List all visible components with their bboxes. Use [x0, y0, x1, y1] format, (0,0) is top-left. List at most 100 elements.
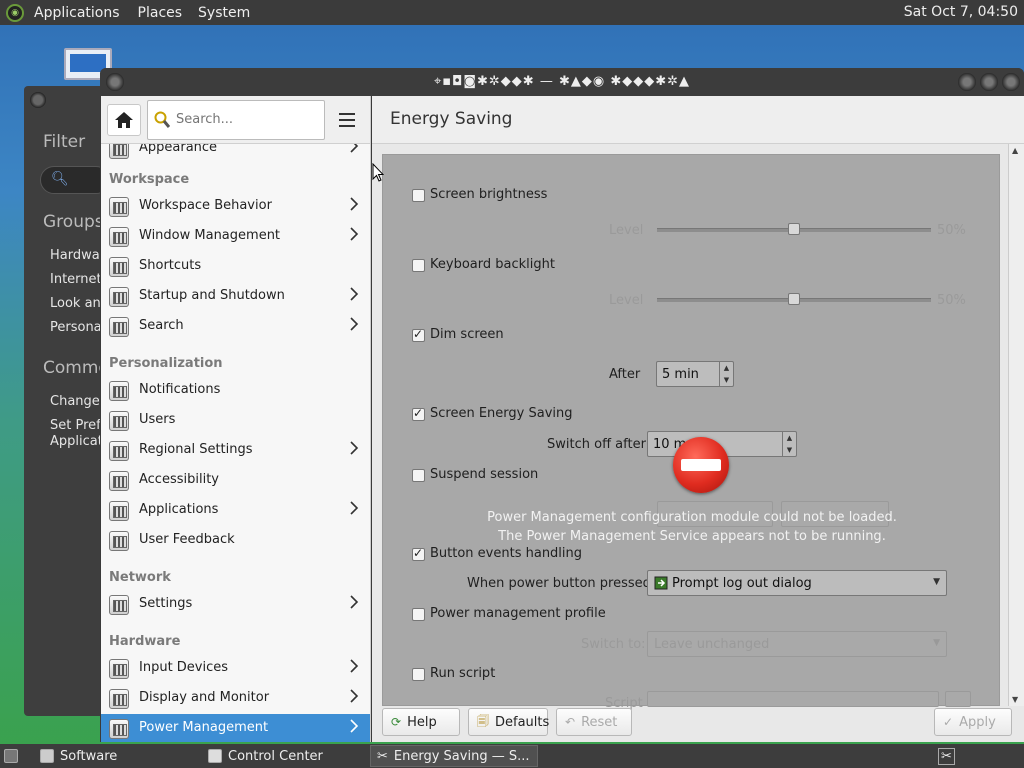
- sidebar-item-appearance[interactable]: Appearance: [101, 144, 370, 164]
- window-icon: [109, 227, 129, 247]
- run-script-checkbox[interactable]: [412, 668, 425, 681]
- places-menu[interactable]: Places: [138, 5, 183, 21]
- spin-arrows-icon[interactable]: ▲ ▼: [719, 362, 733, 386]
- sidebar-item-input-devices[interactable]: Input Devices: [101, 654, 370, 684]
- backlight-slider-handle[interactable]: [788, 293, 800, 305]
- button-events-checkbox[interactable]: [412, 546, 425, 561]
- reset-button[interactable]: ↶ Reset: [556, 708, 632, 736]
- sidebar-item-users[interactable]: Users: [101, 406, 370, 436]
- chevron-right-icon: [349, 689, 359, 703]
- sidebar-category-list[interactable]: Appearance Workspace Workspace Behavior Win…: [101, 144, 370, 742]
- sidebar-item-display-and-monitor[interactable]: Display and Monitor: [101, 684, 370, 714]
- taskbar-item-software[interactable]: Software: [34, 745, 194, 767]
- software-icon: [40, 749, 54, 763]
- system-menu[interactable]: System: [198, 5, 250, 21]
- tray-settings-button[interactable]: ✂: [936, 745, 960, 767]
- window-menu-icon[interactable]: [30, 92, 46, 108]
- sidebar-item-label: Window Management: [139, 228, 281, 243]
- sidebar-header: [101, 96, 370, 144]
- brightness-slider-handle[interactable]: [788, 223, 800, 235]
- sidebar-item-label: Display and Monitor: [139, 690, 270, 705]
- common-item[interactable]: Applicati: [50, 434, 106, 449]
- apply-button[interactable]: ✓ Apply: [934, 708, 1012, 736]
- chevron-right-icon: [349, 501, 359, 515]
- sidebar-item-regional-settings[interactable]: Regional Settings: [101, 436, 370, 466]
- sidebar-item-window-management[interactable]: Window Management: [101, 222, 370, 252]
- taskbar-item-energy-saving[interactable]: ✂ Energy Saving — S...: [370, 745, 538, 767]
- filter-heading: Filter: [43, 132, 86, 152]
- search-input[interactable]: [174, 111, 314, 128]
- scroll-up-icon[interactable]: ▲: [1012, 146, 1018, 155]
- sidebar-item-power-management[interactable]: Power Management: [101, 714, 370, 742]
- regional-icon: [109, 441, 129, 461]
- background-window[interactable]: Filter 🔍︎ Groups Hardwar Internet Look a…: [24, 86, 110, 716]
- accessibility-icon: [109, 471, 129, 491]
- home-button[interactable]: [107, 104, 141, 136]
- sidebar-item-label: Input Devices: [139, 660, 229, 675]
- sidebar-item-label: Shortcuts: [139, 258, 202, 273]
- screen-brightness-checkbox[interactable]: [412, 189, 425, 202]
- keyboard-backlight-checkbox[interactable]: [412, 259, 425, 272]
- search-icon: [154, 111, 170, 128]
- sidebar-section-workspace: Workspace: [109, 172, 363, 187]
- dim-after-spinbox[interactable]: 5 min ▲ ▼: [656, 361, 734, 387]
- screen-energy-saving-checkbox[interactable]: [412, 406, 425, 421]
- search-field[interactable]: [147, 100, 325, 140]
- sidebar-item-settings[interactable]: Settings: [101, 590, 370, 620]
- dim-screen-label: Dim screen: [430, 327, 504, 342]
- scroll-down-icon[interactable]: ▼: [1012, 695, 1018, 704]
- backlight-value: 50%: [937, 293, 966, 308]
- help-button[interactable]: ⟳ Help: [382, 708, 460, 736]
- power-profile-checkbox[interactable]: [412, 608, 425, 621]
- minimize-icon[interactable]: [958, 73, 976, 91]
- suspend-session-label: Suspend session: [430, 467, 539, 482]
- search-config-icon: [109, 317, 129, 337]
- content-scrollbar[interactable]: ▲ ▼: [1008, 144, 1024, 706]
- common-item[interactable]: Change: [50, 394, 100, 409]
- common-heading: Commo: [43, 358, 109, 378]
- power-button-action-combo[interactable]: Prompt log out dialog ▼: [647, 570, 947, 596]
- sidebar-item-search[interactable]: Search: [101, 312, 370, 342]
- applications-menu[interactable]: Applications: [34, 5, 120, 21]
- group-item[interactable]: Internet: [50, 272, 102, 287]
- suspend-session-checkbox[interactable]: [412, 469, 425, 482]
- help-button-label: Help: [407, 714, 437, 730]
- sidebar-item-label: Search: [139, 318, 184, 333]
- sidebar-item-notifications[interactable]: Notifications: [101, 376, 370, 406]
- tools-icon: ✂: [377, 748, 388, 764]
- script-path-input[interactable]: [647, 691, 939, 707]
- chevron-right-icon: [349, 197, 359, 211]
- window-menu-icon[interactable]: [106, 73, 124, 91]
- window-titlebar[interactable]: ⌖▪◘◙✱✲◆◆✱ — ✱▲◆◉ ✱◆◆◆✱✲▲: [100, 68, 1024, 96]
- defaults-button[interactable]: 🗐︎ Defaults: [468, 708, 549, 736]
- chevron-right-icon: [349, 287, 359, 301]
- close-icon[interactable]: [1002, 73, 1020, 91]
- distro-logo-icon[interactable]: ◉: [6, 3, 24, 22]
- defaults-icon: 🗐︎: [477, 713, 489, 728]
- browse-folder-button[interactable]: [945, 691, 971, 707]
- sidebar-item-label: Startup and Shutdown: [139, 288, 285, 303]
- sidebar-item-startup-and-shutdown[interactable]: Startup and Shutdown: [101, 282, 370, 312]
- sidebar-item-accessibility[interactable]: Accessibility: [101, 466, 370, 496]
- sidebar-item-applications[interactable]: Applications: [101, 496, 370, 526]
- dim-after-value: 5 min: [662, 367, 699, 382]
- sidebar-item-user-feedback[interactable]: User Feedback: [101, 526, 370, 556]
- group-item[interactable]: Hardwar: [50, 248, 105, 263]
- sidebar-item-workspace-behavior[interactable]: Workspace Behavior: [101, 192, 370, 222]
- clock[interactable]: Sat Oct 7, 04:50: [904, 4, 1018, 20]
- logout-icon: [654, 576, 668, 590]
- group-item[interactable]: Personal: [50, 320, 105, 335]
- spin-arrows-icon[interactable]: ▲ ▼: [782, 432, 796, 456]
- display-icon: [109, 689, 129, 709]
- power-button-label: When power button pressed: [467, 576, 651, 591]
- sidebar: Appearance Workspace Workspace Behavior Win…: [101, 96, 371, 742]
- taskbar-item-control-center[interactable]: Control Center: [202, 745, 366, 767]
- energy-saving-panel: Screen brightness Level 50% Keyboard bac…: [382, 154, 1000, 711]
- show-desktop-button[interactable]: [0, 745, 30, 767]
- sidebar-item-shortcuts[interactable]: Shortcuts: [101, 252, 370, 282]
- maximize-icon[interactable]: [980, 73, 998, 91]
- dim-screen-checkbox[interactable]: [412, 327, 425, 342]
- hamburger-menu-button[interactable]: [333, 106, 361, 134]
- switch-to-combo[interactable]: Leave unchanged ▼: [647, 631, 947, 657]
- taskbar-item-label: Control Center: [228, 748, 323, 764]
